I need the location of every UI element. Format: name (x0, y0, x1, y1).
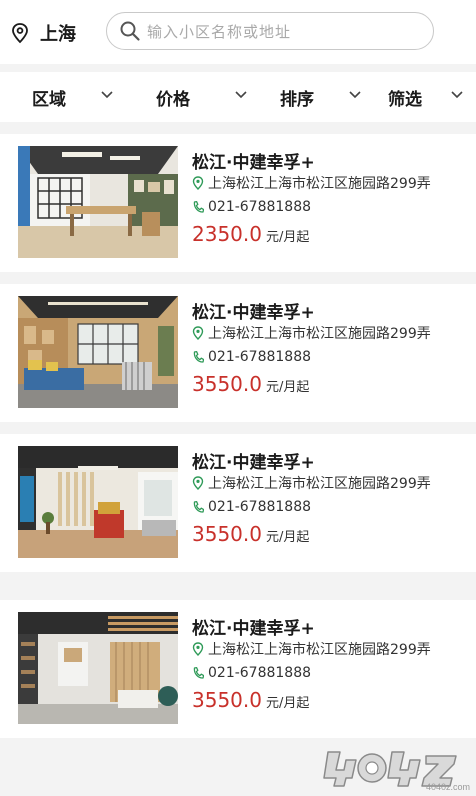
listing-photo[interactable] (18, 296, 178, 408)
top-bar: 上海 输入小区名称或地址 (0, 0, 476, 64)
price-unit: 元/月起 (265, 696, 310, 711)
listing-price: 3550.0 元/月起 (192, 522, 309, 550)
price-value: 2350.0 (192, 222, 262, 246)
chevron-down-icon (451, 91, 463, 99)
listing-photo[interactable] (18, 446, 178, 558)
search-placeholder: 输入小区名称或地址 (147, 22, 292, 41)
address-pin-icon (192, 176, 204, 190)
address-text: 上海松江上海市松江区施园路299弄 (208, 642, 431, 658)
watermark-logo: 4040z.com (322, 746, 472, 792)
lounge-photo (18, 446, 178, 558)
filter-more[interactable]: 筛选 (388, 72, 422, 122)
phone-icon (193, 350, 204, 363)
filter-bar: 区域 价格 排序 筛选 (0, 72, 476, 122)
phone-text: 021-67881888 (208, 665, 312, 681)
listing-photo[interactable] (18, 146, 178, 258)
listing-phone[interactable]: 021-67881888 (192, 662, 311, 684)
address-text: 上海松江上海市松江区施园路299弄 (208, 476, 431, 492)
address-text: 上海松江上海市松江区施园路299弄 (208, 326, 431, 342)
divider (0, 272, 476, 284)
watermark-graphic: 4040z.com (323, 751, 470, 792)
listing-phone[interactable]: 021-67881888 (192, 346, 311, 368)
filter-sort[interactable]: 排序 (280, 72, 314, 122)
listing-title: 松江·中建幸孚+ (192, 619, 315, 639)
chevron-down-icon (101, 91, 113, 99)
listing-phone[interactable]: 021-67881888 (192, 196, 311, 218)
phone-text: 021-67881888 (208, 349, 312, 365)
address-text: 上海松江上海市松江区施园路299弄 (208, 176, 431, 192)
filter-area[interactable]: 区域 (32, 72, 66, 122)
listing-title: 松江·中建幸孚+ (192, 153, 315, 173)
lounge-photo (18, 612, 178, 724)
listing-title: 松江·中建幸孚+ (192, 303, 315, 323)
listing-address: 上海松江上海市松江区施园路299弄 (192, 322, 431, 344)
address-pin-icon (192, 642, 204, 656)
location-pin-icon (12, 23, 28, 44)
price-value: 3550.0 (192, 522, 262, 546)
watermark-text: 4040z.com (426, 782, 470, 792)
listing-title: 松江·中建幸孚+ (192, 453, 315, 473)
phone-text: 021-67881888 (208, 199, 312, 215)
lounge-photo (18, 296, 178, 408)
filter-sort-label: 排序 (280, 89, 314, 110)
listing-price: 3550.0 元/月起 (192, 688, 309, 716)
price-value: 3550.0 (192, 372, 262, 396)
filter-area-label: 区域 (32, 89, 66, 110)
listing-card[interactable]: 松江·中建幸孚+ 上海松江上海市松江区施园路299弄 021-67881888 … (0, 434, 476, 572)
listing-phone[interactable]: 021-67881888 (192, 496, 311, 518)
search-icon (120, 21, 140, 41)
chevron-down-icon (349, 91, 361, 99)
divider (0, 64, 476, 72)
price-unit: 元/月起 (265, 380, 310, 395)
phone-icon (193, 200, 204, 213)
filter-price[interactable]: 价格 (156, 72, 190, 122)
price-unit: 元/月起 (265, 230, 310, 245)
address-pin-icon (192, 476, 204, 490)
divider (0, 122, 476, 134)
chevron-down-icon (235, 91, 247, 99)
listing-address: 上海松江上海市松江区施园路299弄 (192, 638, 431, 660)
listing-photo[interactable] (18, 612, 178, 724)
phone-icon (193, 666, 204, 679)
listing-card[interactable]: 松江·中建幸孚+ 上海松江上海市松江区施园路299弄 021-67881888 … (0, 600, 476, 738)
price-unit: 元/月起 (265, 530, 310, 545)
listing-price: 2350.0 元/月起 (192, 222, 309, 250)
city-label: 上海 (40, 24, 76, 45)
listing-card[interactable]: 松江·中建幸孚+ 上海松江上海市松江区施园路299弄 021-67881888 … (0, 284, 476, 422)
phone-icon (193, 500, 204, 513)
filter-more-label: 筛选 (388, 89, 422, 110)
lounge-photo (18, 146, 178, 258)
listing-card[interactable]: 松江·中建幸孚+ 上海松江上海市松江区施园路299弄 021-67881888 … (0, 134, 476, 272)
divider (0, 572, 476, 600)
address-pin-icon (192, 326, 204, 340)
divider (0, 422, 476, 434)
filter-price-label: 价格 (156, 89, 190, 110)
listing-address: 上海松江上海市松江区施园路299弄 (192, 172, 431, 194)
phone-text: 021-67881888 (208, 499, 312, 515)
listing-address: 上海松江上海市松江区施园路299弄 (192, 472, 431, 494)
search-input[interactable]: 输入小区名称或地址 (106, 12, 434, 50)
city-selector[interactable]: 上海 (10, 18, 76, 48)
listing-price: 3550.0 元/月起 (192, 372, 309, 400)
price-value: 3550.0 (192, 688, 262, 712)
